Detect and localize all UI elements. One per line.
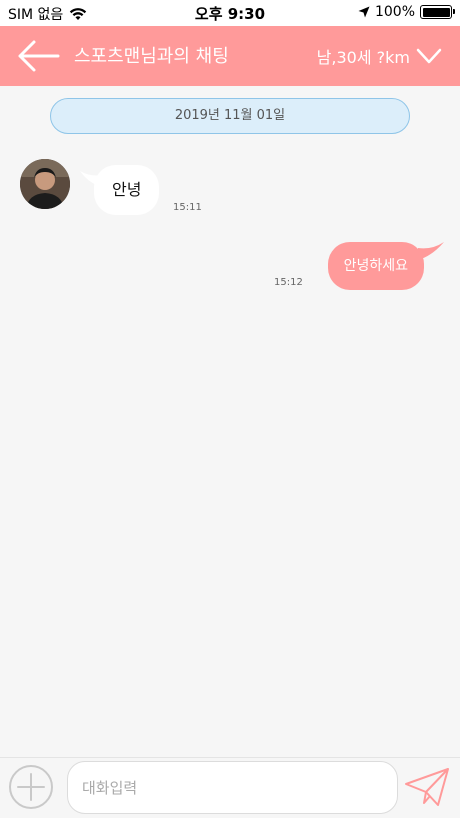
status-right: 100% (358, 4, 455, 20)
chat-title: 스포츠맨님과의 채팅 (74, 46, 229, 67)
message-text: 안녕하세요 (343, 258, 408, 274)
battery-percent: 100% (374, 4, 415, 20)
battery-icon (420, 5, 455, 19)
bubble-tail (418, 242, 444, 260)
partner-info: 남,30세 ?km (316, 48, 410, 67)
message-time: 15:12 (274, 277, 303, 288)
message-incoming: 안녕 (80, 165, 160, 215)
message-time: 15:11 (173, 202, 202, 213)
avatar-photo (20, 159, 70, 209)
message-text: 안녕 (112, 180, 142, 199)
bubble-tail (80, 171, 104, 187)
message-input[interactable] (67, 761, 398, 814)
status-bar: SIM 없음 오후 9:30 100% (0, 0, 460, 26)
avatar[interactable] (20, 159, 70, 209)
chat-header: 스포츠맨님과의 채팅 남,30세 ?km (0, 26, 460, 86)
chevron-down-icon[interactable] (416, 43, 442, 69)
date-separator: 2019년 11월 01일 (50, 98, 410, 134)
message-outgoing: 안녕하세요 (327, 242, 444, 290)
plus-circle-icon[interactable] (8, 764, 54, 810)
arrow-left-icon[interactable] (16, 39, 60, 73)
location-arrow-icon (358, 6, 370, 18)
paper-plane-icon[interactable] (404, 767, 450, 807)
message-composer (0, 757, 460, 818)
